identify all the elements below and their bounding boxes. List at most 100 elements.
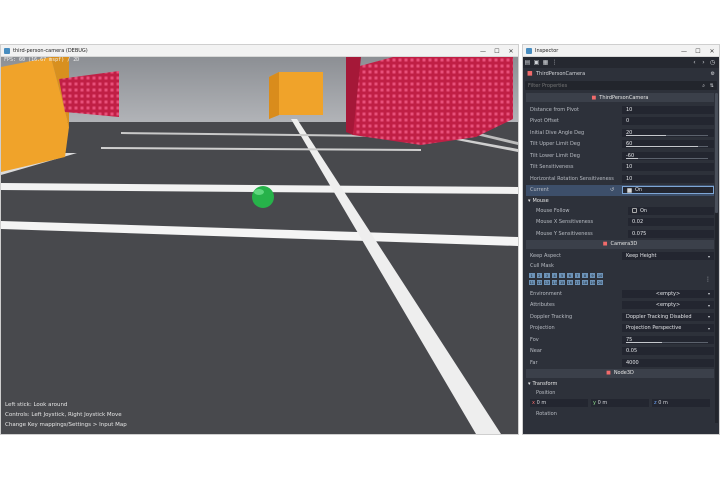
distance-from-pivot-field[interactable]: 10	[622, 105, 714, 114]
prop-value: 0.075	[632, 230, 647, 237]
open-resource-icon[interactable]: ▣	[532, 58, 541, 67]
prop-keep-aspect: Keep Aspect Keep Height ▾	[526, 251, 714, 263]
section-camera3d[interactable]: ■ Camera3D	[526, 239, 714, 249]
filter-options-icon[interactable]: ⇅	[710, 83, 714, 89]
cull-mask-layer[interactable]: 14	[550, 279, 559, 286]
cull-mask-layer[interactable]: 18	[581, 279, 589, 286]
prop-value: On	[640, 207, 648, 214]
position-vector: x 0 m y 0 m z 0 m	[530, 399, 710, 408]
prop-position-label-row: Position	[526, 389, 714, 398]
initial-dive-angle-slider[interactable]: 20	[622, 128, 714, 137]
selected-object-row[interactable]: ■ ThirdPersonCamera ⚙	[523, 69, 719, 79]
cull-mask-layer[interactable]: 2	[535, 272, 544, 279]
new-resource-icon[interactable]: ▤	[523, 58, 532, 67]
cull-mask-layer[interactable]: 9	[588, 272, 597, 279]
prop-value: 10	[626, 175, 633, 182]
object-settings-icon[interactable]: ⚙	[711, 71, 715, 77]
prop-label: Mouse Follow	[536, 207, 570, 214]
fov-slider[interactable]: 75	[622, 335, 714, 344]
projection-dropdown[interactable]: Projection Perspective ▾	[622, 324, 714, 333]
cull-mask-layer[interactable]: 11	[528, 279, 536, 286]
cull-mask-layer[interactable]: 20	[596, 279, 604, 286]
cull-mask-layer[interactable]: 5	[558, 272, 566, 279]
position-x-field[interactable]: x 0 m	[530, 399, 588, 408]
current-toggle[interactable]: On	[622, 186, 714, 195]
godot-icon	[4, 47, 10, 54]
save-resource-icon[interactable]: ▦	[541, 58, 550, 67]
horizontal-rotation-sensitiveness-field[interactable]: 10	[622, 174, 714, 183]
control-hints: Left stick: Look around Controls: Left J…	[5, 400, 127, 430]
pivot-offset-field[interactable]: 0	[622, 117, 714, 126]
cull-mask-layer[interactable]: 3	[543, 272, 551, 279]
prop-value: On	[635, 187, 643, 194]
prop-value: <empty>	[655, 290, 681, 297]
prop-label: Cull Mask	[530, 263, 554, 269]
cull-mask-layer[interactable]: 12	[535, 279, 544, 286]
position-z-field[interactable]: z 0 m	[652, 399, 710, 408]
scrollbar-thumb[interactable]	[715, 93, 718, 213]
close-icon[interactable]: ✕	[705, 45, 719, 57]
section-title: ThirdPersonCamera	[599, 94, 649, 101]
cull-mask-layer[interactable]: 8	[581, 272, 589, 279]
section-third-person-camera[interactable]: ■ ThirdPersonCamera	[526, 93, 714, 102]
history-forward-icon[interactable]: ›	[699, 58, 708, 67]
position-y-field[interactable]: y 0 m	[591, 399, 649, 408]
cull-mask-layer[interactable]: 13	[543, 279, 551, 286]
prop-label: Near	[530, 348, 542, 355]
history-icon[interactable]: ◷	[708, 58, 717, 67]
environment-resource-picker[interactable]: <empty> ▾	[622, 289, 714, 298]
minimize-icon[interactable]: —	[677, 45, 691, 57]
more-options-icon[interactable]: ⋮	[550, 58, 559, 67]
maximize-icon[interactable]: ☐	[490, 45, 504, 57]
prop-value: <empty>	[655, 302, 681, 309]
filter-properties-input[interactable]	[525, 82, 681, 89]
group-transform[interactable]: ▾ Transform	[526, 380, 714, 389]
game-titlebar[interactable]: third-person-camera (DEBUG) — ☐ ✕	[1, 45, 518, 57]
tilt-sensitiveness-field[interactable]: 10	[622, 163, 714, 172]
filter-search-icon[interactable]: ⌕	[702, 83, 705, 89]
cull-mask-layer[interactable]: 6	[565, 272, 574, 279]
tilt-lower-limit-slider[interactable]: -60	[622, 151, 714, 160]
tilt-upper-limit-slider[interactable]: 60	[622, 140, 714, 149]
cull-mask-layer[interactable]: 7	[573, 272, 582, 279]
cull-mask-layer[interactable]: 16	[565, 279, 574, 286]
prop-pivot-offset: Pivot Offset 0	[526, 116, 714, 128]
prop-distance-from-pivot: Distance from Pivot 10	[526, 104, 714, 116]
prop-value: 0 m	[536, 400, 547, 407]
cull-mask-layer[interactable]: 17	[573, 279, 582, 286]
selected-object-name: ThirdPersonCamera	[536, 71, 586, 77]
cull-mask-layer[interactable]: 19	[588, 279, 597, 286]
history-back-icon[interactable]: ‹	[690, 58, 699, 67]
cull-mask-layer[interactable]: 10	[596, 272, 604, 279]
near-field[interactable]: 0.05	[622, 347, 714, 356]
keep-aspect-dropdown[interactable]: Keep Height ▾	[622, 252, 714, 261]
layers-menu-icon[interactable]: ⋮	[705, 276, 711, 283]
minimize-icon[interactable]: —	[476, 45, 490, 57]
section-node3d[interactable]: ■ Node3D	[526, 368, 714, 378]
cull-mask-layer[interactable]: 1	[528, 272, 536, 279]
checkbox-icon[interactable]	[627, 187, 632, 193]
godot-icon	[526, 47, 532, 54]
far-field[interactable]: 4000	[622, 358, 714, 367]
cull-mask-layer[interactable]: 15	[558, 279, 566, 286]
attributes-resource-picker[interactable]: <empty> ▾	[622, 301, 714, 310]
axis-y-label: y	[593, 400, 596, 407]
prop-attributes: Attributes <empty> ▾	[526, 300, 714, 312]
inspector-titlebar[interactable]: Inspector — ☐ ✕	[523, 45, 719, 57]
mouse-follow-toggle[interactable]: On	[628, 206, 714, 215]
checkbox-icon[interactable]	[632, 208, 637, 214]
cull-mask-layer[interactable]: 4	[550, 272, 559, 279]
inspector-scrollbar[interactable]	[715, 93, 718, 423]
game-viewport[interactable]: FPS: 60 (16.67 mspf) / 2D Left stick: Lo…	[1, 57, 518, 434]
doppler-tracking-dropdown[interactable]: Doppler Tracking Disabled ▾	[622, 312, 714, 321]
close-icon[interactable]: ✕	[504, 45, 518, 57]
chevron-down-icon: ▾	[528, 197, 531, 204]
mouse-y-sensitiveness-field[interactable]: 0.075	[628, 229, 714, 238]
group-mouse[interactable]: ▾ Mouse	[526, 196, 714, 205]
prop-value: 0 m	[658, 400, 668, 407]
mouse-x-sensitiveness-field[interactable]: 0.02	[628, 218, 714, 227]
prop-label: Mouse Y Sensitiveness	[536, 230, 593, 237]
prop-label: Position	[536, 390, 556, 396]
maximize-icon[interactable]: ☐	[691, 45, 705, 57]
revert-icon[interactable]: ↺	[610, 187, 614, 193]
